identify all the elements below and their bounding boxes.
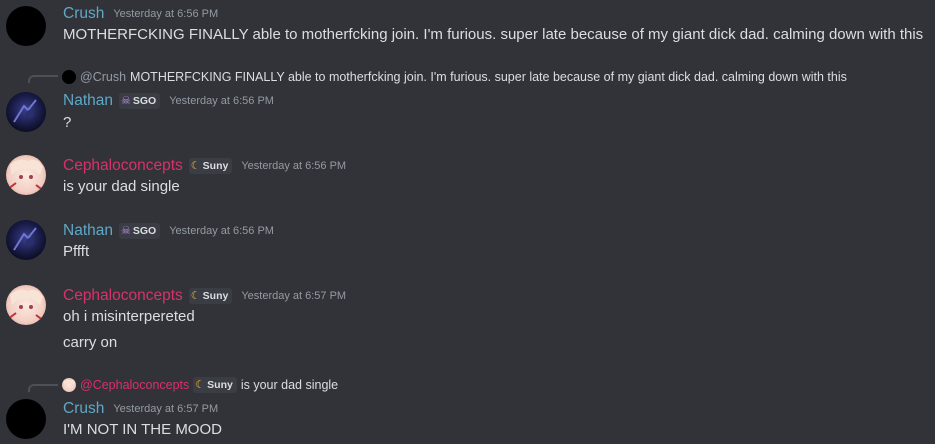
reply-preview[interactable]: @Crush MOTHERFCKING FINALLY able to moth…: [62, 68, 847, 86]
timestamp: Yesterday at 6:57 PM: [113, 403, 219, 415]
reply-avatar: [62, 378, 76, 392]
guild-tag[interactable]: ☠ SGO: [118, 93, 161, 109]
guild-tag[interactable]: ☾ Suny: [193, 377, 237, 393]
crescent-moon-icon: ☾: [195, 378, 206, 391]
message-group: Cephaloconcepts ☾ Suny Yesterday at 6:57…: [0, 285, 935, 360]
avatar[interactable]: [6, 6, 46, 46]
crescent-moon-icon: ☾: [190, 289, 201, 302]
timestamp: Yesterday at 6:57 PM: [241, 290, 347, 302]
message-header: Cephaloconcepts ☾ Suny Yesterday at 6:56…: [63, 155, 346, 177]
message-header: Crush Yesterday at 6:57 PM: [63, 398, 218, 420]
guild-tag-label: SGO: [132, 225, 157, 237]
message-group: @Crush MOTHERFCKING FINALLY able to moth…: [0, 66, 935, 136]
chat-messages: Crush Yesterday at 6:56 PM MOTHERFCKING …: [0, 0, 935, 444]
message-text: ?: [63, 114, 72, 131]
timestamp: Yesterday at 6:56 PM: [113, 8, 219, 20]
message-text: carry on: [63, 334, 118, 351]
reply-avatar: [62, 70, 76, 84]
reply-preview[interactable]: @Cephaloconcepts ☾ Suny is your dad sing…: [62, 376, 338, 394]
message-group: Cephaloconcepts ☾ Suny Yesterday at 6:56…: [0, 155, 935, 205]
guild-tag[interactable]: ☾ Suny: [188, 158, 233, 174]
message-text: Pffft: [63, 243, 90, 260]
username[interactable]: Cephaloconcepts: [63, 157, 183, 175]
guild-tag[interactable]: ☠ SGO: [118, 223, 161, 239]
guild-tag-label: Suny: [202, 160, 229, 172]
skull-icon: ☠: [120, 94, 131, 107]
reply-connector: [28, 384, 58, 392]
message-text: oh i misinterpereted: [63, 308, 195, 325]
skull-icon: ☠: [120, 224, 131, 237]
guild-tag-label: Suny: [202, 290, 229, 302]
reply-connector: [28, 75, 58, 83]
reply-mention[interactable]: @Crush: [80, 70, 126, 84]
avatar[interactable]: [6, 399, 46, 439]
username[interactable]: Crush: [63, 400, 104, 418]
reply-text: MOTHERFCKING FINALLY able to motherfckin…: [130, 70, 847, 84]
message-group: Crush Yesterday at 6:56 PM MOTHERFCKING …: [0, 0, 935, 60]
message-header: Cephaloconcepts ☾ Suny Yesterday at 6:57…: [63, 285, 346, 307]
timestamp: Yesterday at 6:56 PM: [169, 225, 274, 237]
avatar[interactable]: [6, 285, 46, 325]
avatar[interactable]: [6, 220, 46, 260]
username[interactable]: Cephaloconcepts: [63, 287, 183, 305]
crescent-moon-icon: ☾: [190, 159, 201, 172]
username[interactable]: Nathan: [63, 222, 113, 240]
message-text: MOTHERFCKING FINALLY able to motherfckin…: [63, 26, 924, 43]
avatar[interactable]: [6, 92, 46, 132]
username[interactable]: Nathan: [63, 92, 113, 110]
message-header: Nathan ☠ SGO Yesterday at 6:56 PM: [63, 90, 274, 112]
message-text: is your dad single: [63, 178, 180, 195]
message-text: I'M NOT IN THE MOOD: [63, 421, 222, 438]
guild-tag[interactable]: ☾ Suny: [188, 288, 233, 304]
timestamp: Yesterday at 6:56 PM: [169, 95, 274, 107]
avatar[interactable]: [6, 155, 46, 195]
reply-mention[interactable]: @Cephaloconcepts: [80, 378, 189, 392]
guild-tag-label: Suny: [207, 379, 233, 391]
guild-tag-label: SGO: [132, 95, 157, 107]
message-header: Nathan ☠ SGO Yesterday at 6:56 PM: [63, 220, 274, 242]
reply-text: is your dad single: [240, 378, 339, 392]
username[interactable]: Crush: [63, 5, 104, 23]
message-group: @Cephaloconcepts ☾ Suny is your dad sing…: [0, 375, 935, 444]
timestamp: Yesterday at 6:56 PM: [241, 160, 347, 172]
message-header: Crush Yesterday at 6:56 PM: [63, 3, 218, 25]
message-group: Nathan ☠ SGO Yesterday at 6:56 PM Pffft: [0, 220, 935, 270]
